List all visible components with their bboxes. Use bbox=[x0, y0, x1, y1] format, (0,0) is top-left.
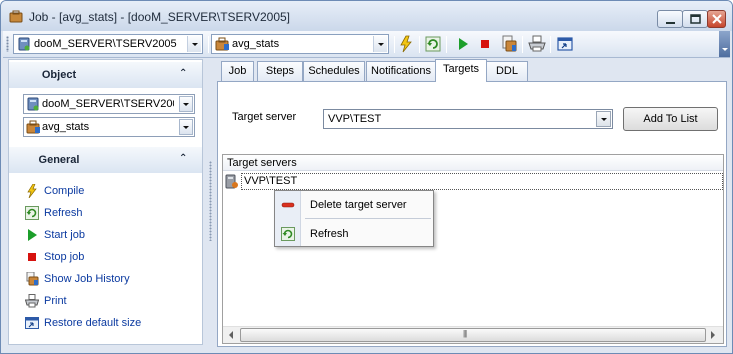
tab-targets[interactable]: Targets bbox=[435, 59, 487, 82]
tab-steps[interactable]: Steps bbox=[257, 61, 303, 81]
restore-size-icon bbox=[25, 317, 39, 329]
stop-job-icon[interactable] bbox=[476, 35, 494, 53]
add-to-list-button[interactable]: Add To List bbox=[623, 107, 718, 131]
toolbar-separator bbox=[419, 36, 420, 53]
printer-icon bbox=[25, 294, 39, 308]
print-icon[interactable] bbox=[528, 35, 546, 53]
restore-size-icon[interactable] bbox=[556, 35, 574, 53]
job-history-icon[interactable] bbox=[500, 35, 518, 53]
context-menu: Delete target server Refresh bbox=[274, 190, 434, 247]
general-section-header[interactable]: General ⌃ bbox=[9, 147, 202, 173]
sidebar-server-select[interactable]: dooM_SERVER\TSERV2005 bbox=[23, 94, 195, 114]
close-icon bbox=[712, 14, 722, 24]
panel-splitter[interactable] bbox=[209, 161, 212, 241]
menu-item-label: Delete target server bbox=[310, 199, 407, 211]
job-select-value: avg_stats bbox=[232, 38, 280, 50]
refresh-icon bbox=[25, 206, 39, 220]
compile-icon[interactable] bbox=[397, 35, 415, 53]
list-header: Target servers bbox=[223, 155, 723, 171]
refresh-icon[interactable] bbox=[424, 35, 442, 53]
toolbar-separator bbox=[394, 36, 395, 53]
tab-label: Targets bbox=[442, 63, 480, 75]
tab-ddl[interactable]: DDL bbox=[486, 61, 528, 81]
server-select[interactable]: dooM_SERVER\TSERV2005 bbox=[13, 34, 203, 54]
target-server-icon bbox=[225, 174, 238, 189]
navigation-sidebar: Object ⌃ dooM_SERVER\TSERV2005 avg_stats… bbox=[8, 59, 203, 345]
stop-icon bbox=[28, 253, 36, 261]
server-icon bbox=[27, 97, 39, 111]
server-icon bbox=[18, 37, 30, 51]
tab-schedules[interactable]: Schedules bbox=[303, 61, 365, 81]
scroll-left-icon[interactable] bbox=[229, 331, 233, 339]
play-icon bbox=[28, 229, 37, 241]
sidebar-action-label: Stop job bbox=[44, 251, 85, 263]
maximize-icon bbox=[690, 14, 701, 24]
general-section-title: General bbox=[38, 154, 80, 166]
job-window: Job - [avg_stats] - [dooM_SERVER\TSERV20… bbox=[0, 0, 733, 354]
maximize-button[interactable] bbox=[682, 10, 708, 28]
tab-label: Job bbox=[228, 65, 247, 77]
list-item[interactable]: VVP\TEST bbox=[223, 173, 723, 190]
tab-label: Notifications bbox=[371, 65, 431, 77]
lightning-icon bbox=[27, 184, 37, 198]
chevron-down-icon[interactable] bbox=[596, 111, 611, 127]
menu-item-delete-target-server[interactable]: Delete target server bbox=[275, 194, 433, 216]
sidebar-action-label: Compile bbox=[44, 185, 85, 197]
toolbar-separator bbox=[522, 36, 523, 53]
delete-icon bbox=[281, 202, 295, 208]
minimize-button[interactable] bbox=[657, 10, 683, 28]
window-title: Job - [avg_stats] - [dooM_SERVER\TSERV20… bbox=[29, 10, 291, 24]
job-icon bbox=[26, 120, 40, 134]
job-icon bbox=[215, 37, 229, 51]
sidebar-action-label: Start job bbox=[44, 229, 85, 241]
collapse-icon[interactable]: ⌃ bbox=[179, 68, 187, 79]
server-select-value: dooM_SERVER\TSERV2005 bbox=[34, 38, 177, 50]
sidebar-job-value: avg_stats bbox=[42, 121, 90, 133]
toolbar-grip[interactable] bbox=[6, 36, 9, 52]
target-server-label: Target server bbox=[232, 111, 297, 123]
tab-job[interactable]: Job bbox=[221, 61, 254, 81]
menu-item-label: Refresh bbox=[310, 228, 349, 240]
collapse-icon[interactable]: ⌃ bbox=[179, 153, 187, 164]
tab-label: Steps bbox=[265, 65, 295, 77]
title-bar: Job - [avg_stats] - [dooM_SERVER\TSERV20… bbox=[1, 1, 732, 31]
sidebar-action-label: Print bbox=[44, 295, 67, 307]
tab-notifications[interactable]: Notifications bbox=[366, 61, 436, 81]
horizontal-scrollbar[interactable] bbox=[223, 326, 723, 343]
object-section-header[interactable]: Object ⌃ bbox=[9, 62, 202, 88]
target-server-select[interactable]: VVP\TEST bbox=[323, 109, 613, 129]
sidebar-server-value: dooM_SERVER\TSERV2005 bbox=[42, 98, 174, 110]
history-icon bbox=[26, 272, 39, 286]
tab-label: DDL bbox=[495, 65, 518, 77]
list-header-label: Target servers bbox=[227, 157, 297, 169]
toolbar-separator bbox=[550, 36, 551, 53]
job-icon bbox=[9, 10, 23, 23]
close-button[interactable] bbox=[707, 10, 726, 28]
target-servers-list: Target servers VVP\TEST bbox=[222, 154, 724, 344]
minimize-icon bbox=[666, 22, 675, 24]
refresh-icon bbox=[281, 227, 295, 241]
sidebar-action-label: Refresh bbox=[44, 207, 83, 219]
toolbar-overflow-button[interactable] bbox=[719, 31, 730, 57]
menu-separator bbox=[305, 218, 431, 219]
object-section-title: Object bbox=[41, 69, 77, 81]
start-job-icon[interactable] bbox=[454, 35, 472, 53]
menu-item-refresh[interactable]: Refresh bbox=[275, 223, 433, 245]
scroll-right-icon[interactable] bbox=[711, 331, 715, 339]
toolbar-separator bbox=[446, 36, 447, 53]
job-select[interactable]: avg_stats bbox=[211, 34, 389, 54]
chevron-down-icon[interactable] bbox=[187, 36, 201, 52]
main-toolbar: dooM_SERVER\TSERV2005 avg_stats bbox=[3, 31, 730, 58]
sidebar-action-label: Restore default size bbox=[44, 317, 142, 329]
sidebar-action-label: Show Job History bbox=[44, 273, 130, 285]
chevron-down-icon[interactable] bbox=[179, 96, 193, 112]
scroll-thumb[interactable] bbox=[240, 328, 706, 342]
tab-label: Schedules bbox=[308, 65, 360, 77]
chevron-down-icon[interactable] bbox=[373, 36, 387, 52]
toolbar-separator bbox=[208, 36, 209, 53]
target-server-value: VVP\TEST bbox=[328, 113, 382, 125]
sidebar-job-select[interactable]: avg_stats bbox=[23, 117, 195, 137]
chevron-down-icon[interactable] bbox=[179, 119, 193, 135]
list-item-label: VVP\TEST bbox=[241, 173, 723, 190]
